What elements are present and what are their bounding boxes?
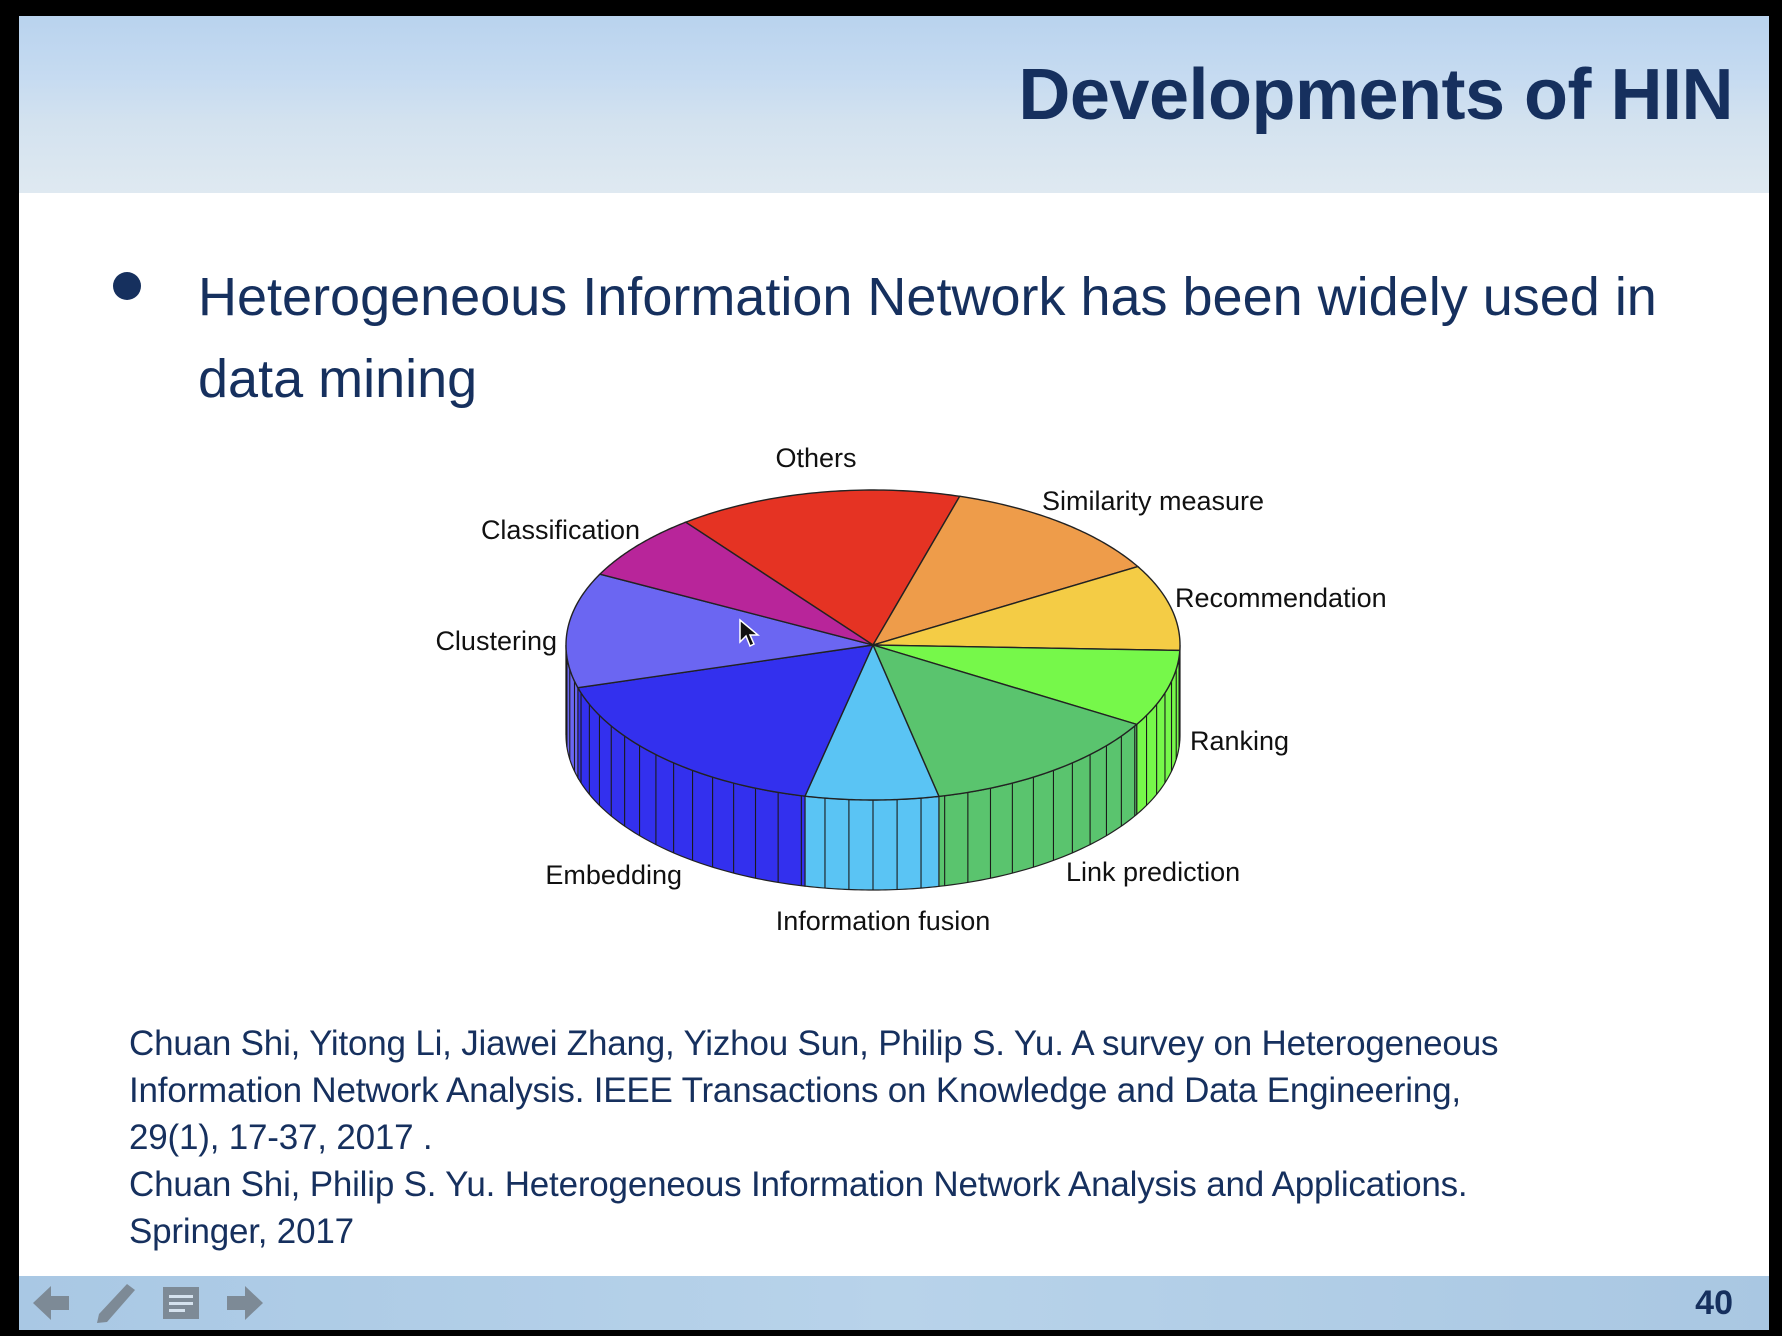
reference-line: 29(1), 17-37, 2017 . <box>129 1118 433 1157</box>
arrow-right-icon[interactable] <box>223 1282 267 1324</box>
bullet-icon <box>113 272 141 300</box>
pie-label-information-fusion: Information fusion <box>775 906 991 936</box>
slide-footer: 40 <box>19 1276 1769 1330</box>
pie-label-classification: Classification <box>480 515 640 545</box>
notes-icon[interactable] <box>159 1282 203 1324</box>
reference-line: Information Network Analysis. IEEE Trans… <box>129 1071 1461 1110</box>
slide-title: Developments of HIN <box>1018 55 1733 135</box>
pie-label-link-prediction: Link prediction <box>1066 857 1241 887</box>
reference-line: Chuan Shi, Yitong Li, Jiawei Zhang, Yizh… <box>129 1024 1499 1063</box>
mouse-cursor-icon <box>739 618 760 648</box>
pie-label-similarity-measure: Similarity measure <box>1042 486 1265 516</box>
page-number: 40 <box>1695 1284 1733 1322</box>
pencil-icon[interactable] <box>93 1282 137 1324</box>
pie-label-embedding: Embedding <box>545 860 682 890</box>
arrow-left-icon[interactable] <box>29 1282 73 1324</box>
references: Chuan Shi, Yitong Li, Jiawei Zhang, Yizh… <box>129 1020 1498 1255</box>
pie-label-ranking: Ranking <box>1190 726 1290 756</box>
reference-line: Springer, 2017 <box>129 1212 354 1251</box>
pie-label-others: Others <box>775 443 857 473</box>
pie-label-recommendation: Recommendation <box>1175 583 1387 613</box>
bullet-text: Heterogeneous Information Network has be… <box>198 267 1657 409</box>
pie-label-clustering: Clustering <box>435 626 557 656</box>
reference-line: Chuan Shi, Philip S. Yu. Heterogeneous I… <box>129 1165 1468 1204</box>
slide: Developments of HIN Heterogeneous Inform… <box>19 16 1769 1330</box>
slide-header: Developments of HIN <box>19 16 1769 193</box>
